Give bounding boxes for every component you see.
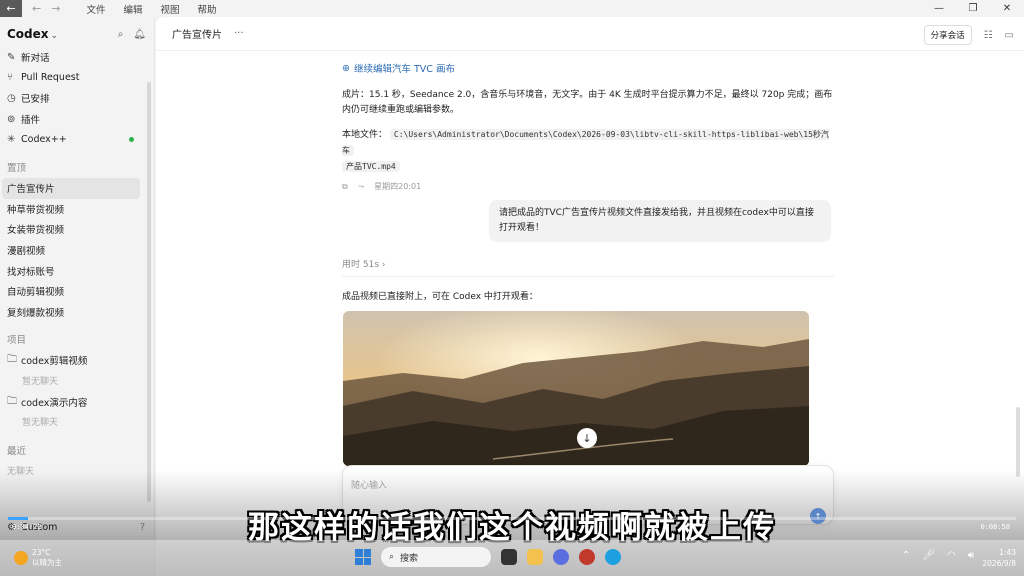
list-toggle-icon[interactable]: ☷ — [984, 30, 993, 41]
weather-widget[interactable]: 23°C 以晴为主 — [14, 548, 62, 568]
sidebar-item-remake-viral[interactable]: 复刻爆款视频 — [0, 302, 154, 323]
video-preview[interactable]: ↓ — [343, 311, 809, 466]
brand-label: Codex — [7, 27, 49, 41]
message-paragraph: 成片：15.1 秒，Seedance 2.0，含音乐与环境音，无文字。由于 4K… — [342, 90, 833, 115]
sidebar-item-new-chat[interactable]: ✎ 新对话 — [0, 47, 154, 68]
video-progress-bar[interactable] — [8, 517, 1016, 520]
message-meta: ⧉ ⤳ 星期四20:01 — [342, 181, 834, 192]
close-icon[interactable]: ✕ — [990, 0, 1024, 17]
clock-icon: ◷ — [7, 92, 16, 104]
user-message-bubble: 请把成品的TVC广告宣传片视频文件直接发给我，并且视频在codex中可以直接打开… — [489, 200, 831, 242]
brand-menu[interactable]: Codex ⌄ — [7, 27, 58, 41]
terminal-app-icon[interactable] — [501, 549, 517, 565]
chevron-right-icon: › — [381, 260, 386, 270]
wifi-icon[interactable]: ◠ — [947, 550, 956, 561]
sidebar-item-scheduled[interactable]: ◷ 已安排 — [0, 88, 154, 109]
sidebar-item-plugins[interactable]: ⊚ 插件 — [0, 109, 154, 130]
menu-view[interactable]: 视图 — [160, 2, 179, 16]
pinned-section-label: 置顶 — [7, 162, 27, 174]
project-item-codex-edit[interactable]: 🗀︎ codex剪辑视频 — [0, 350, 154, 371]
elapsed-time-toggle[interactable]: 用时 51s › — [342, 257, 834, 277]
codex-app-icon[interactable] — [553, 549, 569, 565]
maximize-icon[interactable]: ❐ — [956, 0, 990, 17]
copy-icon[interactable]: ⧉ — [342, 182, 348, 192]
share-session-button[interactable]: 分享会话 — [923, 25, 972, 45]
menu-help[interactable]: 帮助 — [197, 2, 216, 16]
project-item-codex-demo[interactable]: 🗀︎ codex演示内容 — [0, 392, 154, 413]
weather-sun-icon — [14, 551, 28, 565]
download-icon[interactable]: ↓ — [577, 428, 597, 448]
remaining-time-label: 0:00:58 — [980, 523, 1010, 531]
main-header: 广告宣传片 ··· 分享会话 ☷ ▭ — [156, 17, 1024, 51]
projects-section-label: 项目 — [7, 335, 27, 347]
search-icon[interactable]: ⌕ — [118, 29, 124, 40]
taskbar-search[interactable]: ⌕ 搜索 — [381, 547, 491, 567]
sidebar-item-pull-request[interactable]: ⑂ Pull Request — [0, 68, 154, 89]
plugin-icon: ⊚ — [7, 113, 16, 125]
local-file-label: 本地文件： — [342, 130, 388, 140]
result-text: 成品视频已直接附上，可在 Codex 中打开观看： — [342, 292, 538, 302]
chevron-down-icon: ⌄ — [50, 31, 59, 41]
local-file-path[interactable]: C:\Users\Administrator\Documents\Codex\2… — [342, 129, 829, 156]
back-icon[interactable]: ← — [0, 0, 22, 17]
continue-edit-link[interactable]: ⊕ 继续编辑汽车 TVC 画布 — [342, 61, 834, 76]
sidebar-item-comic-video[interactable]: 漫剧视频 — [0, 240, 154, 261]
assistant-message: ⊕ 继续编辑汽车 TVC 画布 成片：15.1 秒，Seedance 2.0，含… — [342, 61, 834, 192]
message-timestamp: 星期四20:01 — [374, 182, 422, 191]
menu-edit[interactable]: 编辑 — [123, 2, 142, 16]
file-explorer-icon[interactable] — [527, 549, 543, 565]
volume-icon[interactable]: 🔊︎ — [968, 550, 974, 561]
sidebar-item-ad-video[interactable]: 广告宣传片 — [2, 177, 140, 199]
menu-file[interactable]: 文件 — [86, 2, 105, 16]
page-title: 广告宣传片 — [172, 30, 222, 41]
sidebar: Codex ⌄ ⌕ 🔔︎ ✎ 新对话 ⑂ Pull Request ◷ 已安排 ⊚ 插件 … — [0, 17, 155, 576]
title-bar: ← ← → 文件 编辑 视图 帮助 — ❐ ✕ — [0, 0, 1024, 17]
mic-icon[interactable]: 🎤︎ — [922, 550, 935, 561]
system-tray: ⌃ 🎤︎ ◠ 🔊︎ — [902, 550, 974, 561]
main-scrollbar[interactable] — [1016, 407, 1020, 477]
local-file-row: 本地文件： C:\Users\Administrator\Documents\C… — [342, 127, 834, 175]
sparkle-icon: ✳ — [7, 134, 16, 146]
status-dot — [129, 137, 134, 143]
local-file-path-cont[interactable]: 产品TVC.mp4 — [342, 161, 400, 172]
taskbar: 23°C 以晴为主 ⌕ 搜索 ⌃ 🎤︎ ◠ 🔊︎ 1:43 2026/9/8 — [0, 540, 1024, 576]
video-progress-fill — [8, 517, 29, 520]
chevron-up-icon[interactable]: ⌃ — [902, 550, 910, 561]
search-icon: ⌕ — [389, 552, 395, 562]
empty-chats-label: 暂无聊天 — [22, 418, 59, 429]
forward-arrow-icon[interactable]: → — [51, 2, 60, 15]
sidebar-item-benchmark-accounts[interactable]: 找对标账号 — [0, 260, 154, 281]
windows-start-icon[interactable] — [355, 549, 371, 565]
more-options-icon[interactable]: ··· — [234, 28, 244, 39]
taskbar-clock[interactable]: 1:43 2026/9/8 — [982, 547, 1016, 569]
folder-icon: 🗀︎ — [7, 353, 17, 365]
globe-icon: ⊕ — [342, 62, 350, 74]
back-arrow-icon[interactable]: ← — [32, 2, 41, 15]
recent-empty-label: 无聊天 — [7, 467, 35, 478]
landscape-thumbnail — [343, 311, 809, 466]
chrome-app-icon[interactable] — [579, 549, 595, 565]
composer-input[interactable]: 随心输入 — [343, 466, 833, 503]
sidebar-item-codexpp[interactable]: ✳ Codex++ — [0, 129, 154, 150]
main-panel: 广告宣传片 ··· 分享会话 ☷ ▭ ⊕ 继续编辑汽车 TVC 画布 成片：15… — [156, 17, 1024, 576]
sidebar-item-seeding-video[interactable]: 种草带货视频 — [0, 199, 154, 220]
sidebar-item-womenswear-video[interactable]: 女装带货视频 — [0, 219, 154, 240]
temperature-label: 23°C — [32, 548, 51, 557]
elapsed-time-label: 0:04:72 — [12, 523, 42, 531]
sidebar-scrollbar[interactable] — [147, 82, 151, 502]
edge-app-icon[interactable] — [605, 549, 621, 565]
compose-icon: ✎ — [7, 51, 16, 63]
recent-section-label: 最近 — [7, 446, 27, 458]
weather-text: 以晴为主 — [32, 558, 62, 567]
panel-toggle-icon[interactable]: ▭ — [1005, 30, 1014, 41]
pull-request-icon: ⑂ — [7, 72, 13, 84]
sidebar-item-auto-edit[interactable]: 自动剪辑视频 — [0, 281, 154, 302]
bell-icon[interactable]: 🔔︎ — [133, 29, 146, 40]
folder-icon: 🗀︎ — [7, 395, 17, 407]
branch-icon[interactable]: ⤳ — [358, 182, 364, 192]
empty-chats-label: 暂无聊天 — [22, 376, 59, 387]
minimize-icon[interactable]: — — [922, 0, 956, 17]
